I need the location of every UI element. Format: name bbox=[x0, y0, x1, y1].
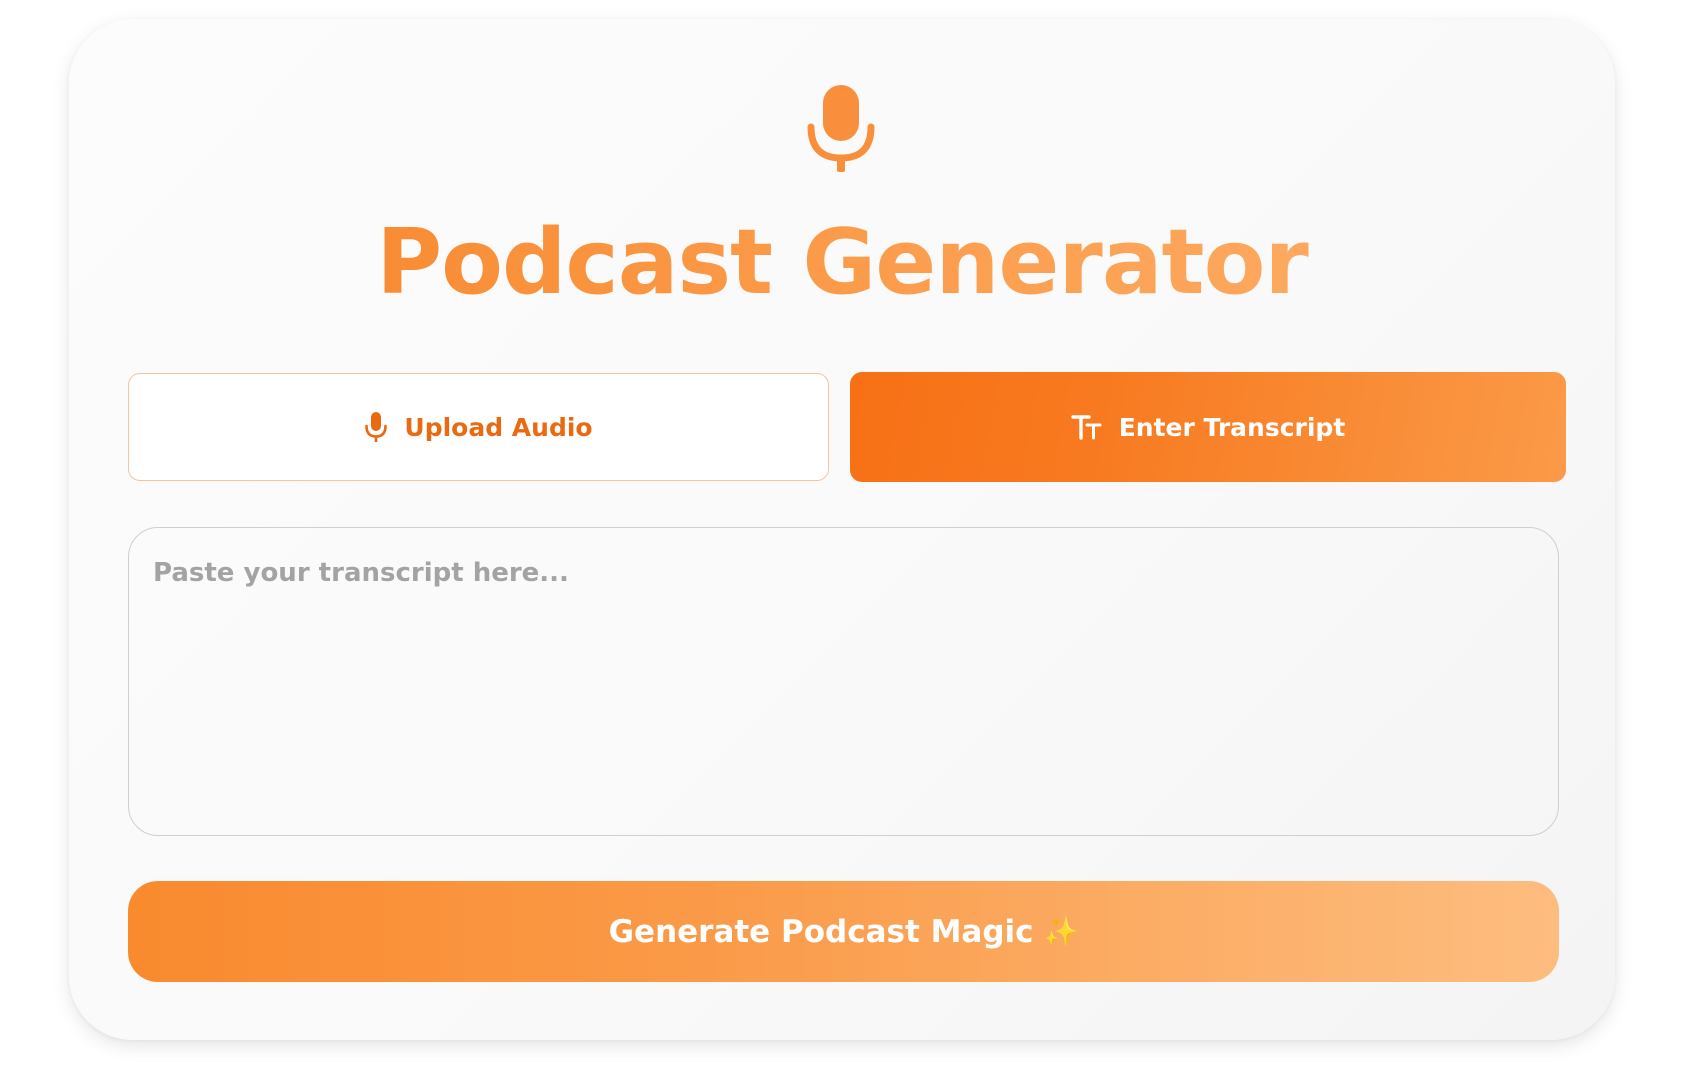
tab-upload-audio-label: Upload Audio bbox=[404, 412, 593, 442]
page-title: Podcast Generator bbox=[0, 208, 1684, 318]
generate-podcast-button[interactable]: Generate Podcast Magic ✨ bbox=[128, 881, 1559, 982]
microphone-icon bbox=[364, 411, 388, 443]
sparkles-icon: ✨ bbox=[1043, 915, 1079, 948]
microphone-icon bbox=[805, 82, 877, 174]
tab-upload-audio[interactable]: Upload Audio bbox=[128, 373, 829, 481]
transcript-input[interactable] bbox=[128, 527, 1559, 836]
text-size-icon bbox=[1071, 413, 1103, 441]
generate-podcast-label: Generate Podcast Magic bbox=[608, 913, 1034, 950]
tab-enter-transcript-label: Enter Transcript bbox=[1118, 412, 1346, 442]
tab-enter-transcript[interactable]: Enter Transcript bbox=[850, 372, 1566, 482]
